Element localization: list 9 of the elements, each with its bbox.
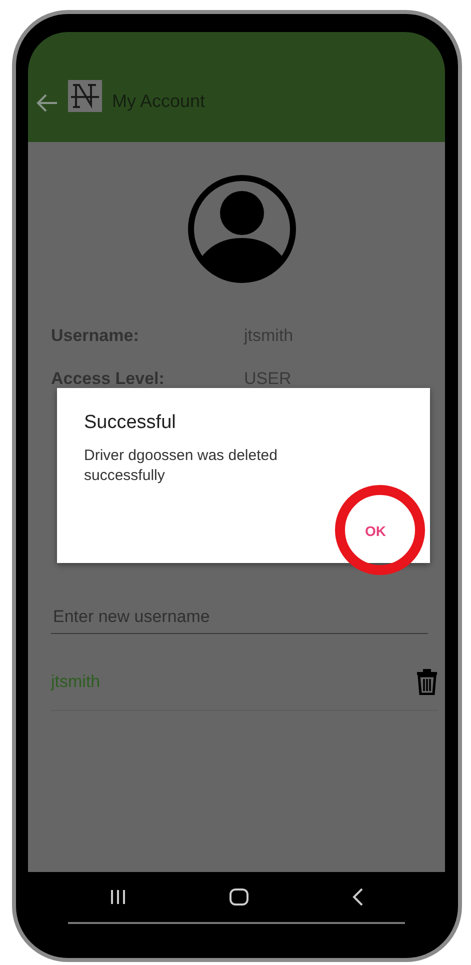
dialog-title: Successful: [84, 412, 177, 434]
back-icon[interactable]: [352, 888, 364, 906]
trash-icon[interactable]: [416, 669, 438, 695]
home-icon[interactable]: [228, 888, 248, 906]
logo-icon: [68, 80, 102, 112]
back-arrow-icon[interactable]: [36, 94, 58, 112]
recent-apps-icon[interactable]: [110, 889, 126, 905]
avatar-icon: [186, 173, 298, 285]
dialog-message: Driver dgoossen was deleted successfully: [84, 446, 278, 486]
